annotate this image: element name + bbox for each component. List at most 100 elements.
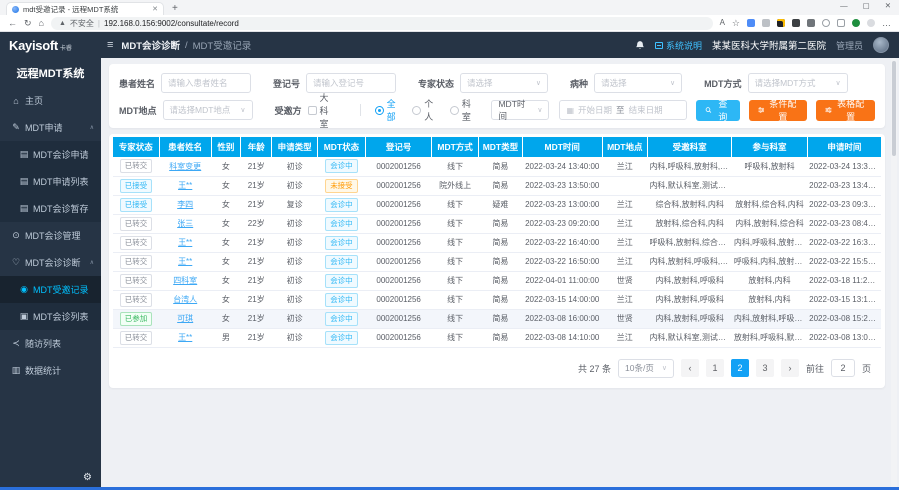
gear-icon[interactable]: ⚙ [83,472,92,483]
browser-tab[interactable]: mdt受邀记录 - 远程MDT系统 ✕ [6,2,164,15]
checkbox-big-department[interactable]: 大科室 [308,91,337,130]
sidebar-item-label: 随访列表 [25,337,61,350]
sex-cell: 女 [211,233,240,252]
prev-page-button[interactable]: ‹ [681,359,699,377]
sidebar-item-mdt-consult-list[interactable]: ▣ MDT会诊列表 [0,303,101,330]
security-shield-icon[interactable] [852,19,860,27]
patient-name-link[interactable]: 王** [178,181,192,190]
invited-depts-cell: 放射科,综合科,内科 [647,214,731,233]
tab-close-icon[interactable]: ✕ [152,5,158,13]
split-screen-icon[interactable] [837,19,845,27]
new-tab-button[interactable]: + [172,3,178,15]
user-role: 管理员 [836,39,863,52]
extension-icon[interactable] [822,19,830,27]
col-joined-depts: 参与科室 [732,137,807,157]
window-close-button[interactable]: ✕ [885,1,891,10]
mdt-place-cell: 兰江 [602,328,647,347]
logo-cn-text: 卡睿 [60,43,72,52]
read-aloud-icon[interactable]: A [720,19,725,27]
breadcrumb: MDT会诊诊断 / MDT受邀记录 [121,38,251,52]
radio-personal[interactable]: 个人 [412,97,435,123]
apply-time-cell: 2022-03-08 15:24:58 [807,309,881,328]
patient-name-input[interactable] [161,73,251,93]
extension-icon[interactable] [747,19,755,27]
scrollbar-thumb[interactable] [892,61,896,156]
time-type-select[interactable]: MDT时间 ∨ [491,100,549,120]
sidebar-item-mdt-invited-records[interactable]: ◉ MDT受邀记录 [0,276,101,303]
patient-name-link[interactable]: 科室变更 [169,162,201,171]
mdt-way-select[interactable]: 请选择MDT方式 ∨ [748,73,848,93]
favorite-star-icon[interactable]: ☆ [732,19,740,28]
patient-name-link[interactable]: 台湾人 [173,295,197,304]
refresh-icon[interactable]: ↻ [24,19,32,28]
extension-icon[interactable] [807,19,815,27]
page-button-1[interactable]: 1 [706,359,724,377]
extension-icon[interactable] [762,19,770,27]
patient-name-link[interactable]: 四科室 [173,276,197,285]
patient-name-link[interactable]: 张三 [177,219,193,228]
page-size-select[interactable]: 10条/页 ∨ [618,359,674,378]
browser-profile-avatar[interactable] [867,19,875,27]
window-maximize-button[interactable]: ▢ [863,1,870,10]
mdt-way-cell: 线下 [432,309,479,328]
register-no-cell: 0002001256 [366,233,432,252]
sidebar-item-mdt-manage[interactable]: ⊙ MDT会诊管理 [0,222,101,249]
apply-type-cell: 初诊 [272,157,317,176]
page-button-2[interactable]: 2 [731,359,749,377]
sidebar-item-mdt-diagnosis[interactable]: ♡ MDT会诊诊断 ∧ [0,249,101,276]
extension-icon[interactable] [792,19,800,27]
sidebar-item-home[interactable]: ⌂ 主页 [0,87,101,114]
goto-page-input[interactable] [831,359,855,377]
mdt-time-cell: 2022-03-23 13:50:00 [522,176,602,195]
records-table-card: 专家状态 患者姓名 性别 年龄 申请类型 MDT状态 登记号 MDT方式 MDT… [109,134,885,388]
condition-config-button[interactable]: 条件配置 [749,100,808,121]
sidebar-item-statistics[interactable]: ▥ 数据统计 [0,357,101,384]
radio-all[interactable]: 全部 [375,97,398,123]
sidebar-submenu-diagnosis: ◉ MDT受邀记录 ▣ MDT会诊列表 [0,276,101,330]
radio-department[interactable]: 科室 [450,97,473,123]
sidebar-fold-icon[interactable]: ≡ [107,39,113,51]
apply-type-cell: 初诊 [272,309,317,328]
sidebar-item-mdt-apply-list[interactable]: ▤ MDT申请列表 [0,168,101,195]
age-cell: 21岁 [240,328,271,347]
user-avatar[interactable] [873,37,889,53]
mdt-place-select[interactable]: 请选择MDT地点 ∨ [163,100,253,120]
disease-select[interactable]: 请选择 ∨ [594,73,682,93]
next-page-button[interactable]: › [781,359,799,377]
bell-icon[interactable] [635,40,645,51]
sex-cell: 女 [211,195,240,214]
patient-name-link[interactable]: 王** [178,257,192,266]
back-icon[interactable]: ← [8,19,17,28]
scrollbar[interactable] [891,58,897,489]
patient-name-label: 患者姓名 [119,77,155,90]
patient-name-link[interactable]: 王** [178,333,192,342]
search-button[interactable]: 查询 [696,100,739,121]
breadcrumb-separator: / [185,40,188,51]
joined-depts-cell: 放射科,综合科,内科 [732,195,807,214]
insecure-label: 不安全 [70,18,94,29]
mdt-time-cell: 2022-03-22 16:50:00 [522,252,602,271]
home-icon[interactable]: ⌂ [39,19,44,28]
sidebar-item-followup-list[interactable]: ≺ 随访列表 [0,330,101,357]
mdt-place-cell: 世贤 [602,271,647,290]
system-help-link[interactable]: 系统说明 [655,39,702,52]
extension-icon[interactable] [777,19,785,27]
sex-cell: 女 [211,309,240,328]
apply-time-cell: 2022-03-15 13:16:26 [807,290,881,309]
window-minimize-button[interactable]: — [840,1,848,10]
sidebar-item-mdt-apply[interactable]: ✎ MDT申请 ∧ [0,114,101,141]
patient-name-link[interactable]: 李四 [177,200,193,209]
apply-time-cell: 2022-03-18 11:28:25 [807,271,881,290]
date-range-picker[interactable]: ▦ 开始日期 至 结束日期 [559,100,687,120]
browser-menu-icon[interactable]: … [882,19,891,28]
breadcrumb-section[interactable]: MDT会诊诊断 [121,38,180,52]
sidebar-item-mdt-consult-apply[interactable]: ▤ MDT会诊申请 [0,141,101,168]
sidebar-item-mdt-draft[interactable]: ▤ MDT会诊暂存 [0,195,101,222]
expert-status-tag: 已转交 [120,217,153,231]
table-config-button[interactable]: 表格配置 [816,100,875,121]
patient-name-link[interactable]: 可琪 [177,314,193,323]
patient-name-link[interactable]: 王** [178,238,192,247]
address-bar[interactable]: ▲ 不安全 | 192.168.0.156:9002/consultate/re… [51,17,713,30]
page-button-3[interactable]: 3 [756,359,774,377]
register-no-cell: 0002001256 [366,157,432,176]
